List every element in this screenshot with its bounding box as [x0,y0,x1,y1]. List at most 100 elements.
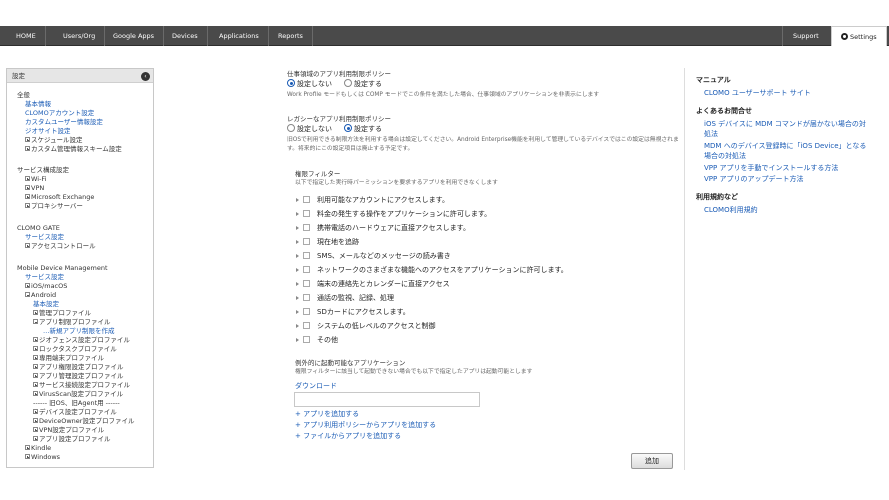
nav-users-org[interactable]: Users/Org [54,26,106,46]
sidebar-item-custom-user-info[interactable]: カスタムユーザー情報設定 [25,118,103,126]
expand-icon [25,137,30,142]
faq-link-ios-device[interactable]: MDM へのデバイス登録時に「iOS Device」となる [704,141,866,151]
expand-icon [33,373,38,378]
nav-devices[interactable]: Devices [163,26,208,46]
sidebar-item-windows[interactable]: Windows [25,453,60,461]
support-site-link[interactable]: CLOMO ユーザーサポート サイト [704,88,811,98]
sidebar-item-schedule[interactable]: スケジュール設定 [25,136,83,144]
radio-icon [287,124,295,132]
checkbox[interactable] [303,266,310,273]
nav-google-apps[interactable]: Google Apps [104,26,165,46]
sidebar-item-custom-scheme[interactable]: カスタム管理情報スキーム設定 [25,145,122,153]
sidebar-item-vpn-profile[interactable]: VPN設定プロファイル [33,426,104,434]
permission-item[interactable]: SDカードにアクセスします。 [296,307,410,317]
legacy-policy-opt-off[interactable]: 設定しない [287,124,332,134]
permission-item[interactable]: 通話の監視、記録、処理 [296,293,394,303]
nav-applications[interactable]: Applications [210,26,269,46]
expand-icon [25,185,30,190]
permission-item[interactable]: ネットワークのさまざまな機能へのアクセスをアプリケーションに許可します。 [296,265,568,275]
sidebar-item-app-management-profile[interactable]: アプリ管理設定プロファイル [33,372,124,380]
checkbox[interactable] [303,336,310,343]
sidebar-item-ios-macos[interactable]: iOS/macOS [25,282,67,290]
manual-heading: マニュアル [696,76,731,84]
sidebar-item-vpn[interactable]: VPN [25,184,44,192]
checkbox[interactable] [303,322,310,329]
chevron-right-icon [296,324,299,328]
sidebar-item-dedicated-device-profile[interactable]: 専用端末プロファイル [33,354,104,362]
sidebar-item-app-permission-profile[interactable]: アプリ権限設定プロファイル [33,363,124,371]
faq-link-vpp-install[interactable]: VPP アプリを手動でインストールする方法 [704,163,838,173]
add-app-link[interactable]: + アプリを追加する [295,409,359,419]
sidebar-item-proxy[interactable]: プロキシサーバー [25,202,83,210]
sidebar-item-virusscan-profile[interactable]: VirusScan設定プロファイル [33,390,123,398]
sidebar-item-mdm-service-settings[interactable]: サービス設定 [25,273,64,281]
nav-settings-tab[interactable]: Settings [831,26,887,46]
download-link[interactable]: ダウンロード [295,381,337,391]
sidebar-item-app-settings-profile[interactable]: アプリ設定プロファイル [33,435,111,443]
permission-item[interactable]: 料金の発生する操作をアプリケーションに許可します。 [296,209,491,219]
sidebar-item-access-control[interactable]: アクセスコントロール [25,242,96,250]
permission-item[interactable]: SMS、メールなどのメッセージの読み書き [296,251,451,261]
sidebar-item-kindle[interactable]: Kindle [25,444,51,452]
add-from-file-link[interactable]: + ファイルからアプリを追加する [295,431,401,441]
checkbox[interactable] [303,224,310,231]
sidebar-item-android[interactable]: Android [25,291,56,299]
checkbox[interactable] [303,210,310,217]
faq-link-mdm-command-cont[interactable]: 処法 [704,129,718,139]
sidebar-item-service-connection-profile[interactable]: サービス接続設定プロファイル [33,381,130,389]
work-policy-desc: Work Profile モードもしくは COMP モードでこの条件を満たした場… [287,92,600,98]
chevron-right-icon [296,268,299,272]
permission-item[interactable]: 携帯電話のハードウェアに直接アクセスします。 [296,223,470,233]
permission-item[interactable]: 利用可能なアカウントにアクセスします。 [296,195,449,205]
nav-support[interactable]: Support [782,26,829,46]
sidebar-item-managed-profile[interactable]: 管理プロファイル [33,309,91,317]
sidebar-item-basic-info[interactable]: 基本情報 [25,100,51,108]
work-policy-opt-off[interactable]: 設定しない [287,79,332,89]
chevron-left-icon[interactable]: ‹ [141,71,150,81]
permission-item[interactable]: その他 [296,335,338,345]
sidebar-item-clomo-account[interactable]: CLOMOアカウント設定 [25,109,94,117]
checkbox[interactable] [303,238,310,245]
sidebar-item-android-basic[interactable]: 基本設定 [33,300,59,308]
permission-item[interactable]: 端末の連絡先とカレンダーに直接アクセス [296,279,450,289]
sidebar-item-exchange[interactable]: Microsoft Exchange [25,193,94,201]
sidebar-item-wifi[interactable]: Wi-Fi [25,175,47,183]
permission-filter-title: 権限フィルター [295,170,341,178]
expand-icon [33,427,38,432]
radio-selected-icon [287,79,295,87]
faq-link-vpp-update[interactable]: VPP アプリのアップデート方法 [704,174,803,184]
checkbox[interactable] [303,294,310,301]
chevron-right-icon [296,198,299,202]
expand-icon [33,364,38,369]
checkbox[interactable] [303,196,310,203]
permission-item[interactable]: 現在地を追跡 [296,237,359,247]
checkbox[interactable] [303,252,310,259]
expand-icon [25,176,30,181]
nav-reports[interactable]: Reports [269,26,313,46]
settings-sidebar: 設定 ‹ 全般 基本情報 CLOMOアカウント設定 カスタムユーザー情報設定 ジ… [6,68,154,468]
group-clomo-gate: CLOMO GATE [17,224,60,232]
add-button[interactable]: 追加 [631,453,673,469]
checkbox[interactable] [303,280,310,287]
checkbox[interactable] [303,308,310,315]
add-from-policy-link[interactable]: + アプリ利用ポリシーからアプリを追加する [295,420,436,430]
collapse-icon [25,292,30,297]
sidebar-item-device-owner-profile[interactable]: DeviceOwner設定プロファイル [33,417,134,425]
nav-home[interactable]: HOME [7,26,46,46]
faq-link-mdm-command[interactable]: iOS デバイスに MDM コマンドが届かない場合の対 [704,119,866,129]
sidebar-item-geofence-profile[interactable]: ジオフェンス設定プロファイル [33,336,130,344]
legacy-policy-opt-on[interactable]: 設定する [344,124,382,134]
chevron-right-icon [296,282,299,286]
expand-icon [33,337,38,342]
sidebar-item-device-profile[interactable]: デバイス設定プロファイル [33,408,117,416]
sidebar-item-new-app-restriction[interactable]: …新規アプリ制限を作成 [43,327,115,335]
terms-link[interactable]: CLOMO利用規約 [704,205,758,215]
permission-item[interactable]: システムの低レベルのアクセスと制御 [296,321,435,331]
sidebar-item-geo-site[interactable]: ジオサイト設定 [25,127,71,135]
sidebar-item-lock-task-profile[interactable]: ロックタスクプロファイル [33,345,117,353]
sidebar-item-gate-service-settings[interactable]: サービス設定 [25,233,64,241]
sidebar-item-app-restriction-profile[interactable]: アプリ制限プロファイル [33,318,111,326]
work-policy-opt-on[interactable]: 設定する [344,79,382,89]
app-search-input[interactable] [294,392,480,407]
faq-link-ios-device-cont[interactable]: 場合の対処法 [704,151,746,161]
